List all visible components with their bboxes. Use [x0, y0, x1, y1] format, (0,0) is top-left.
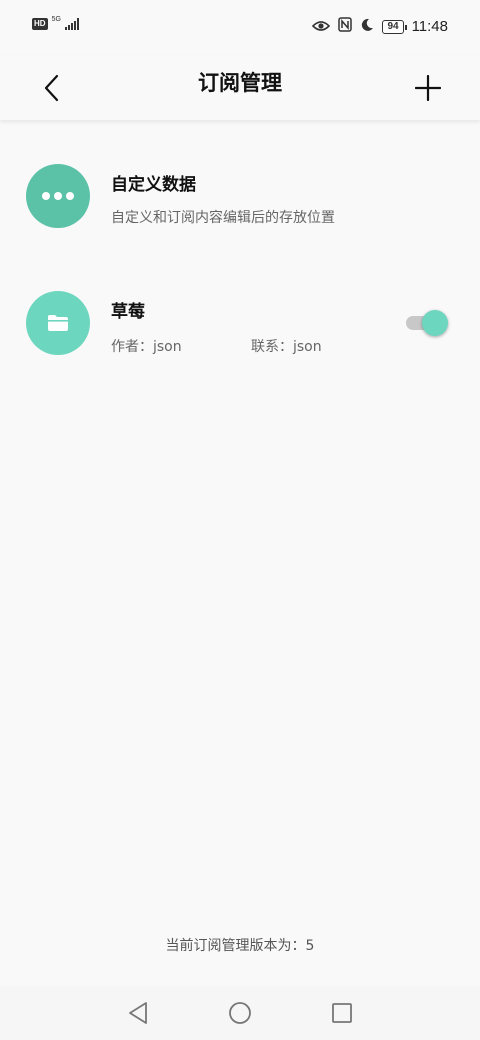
item-contact: 联系：json [251, 339, 322, 355]
status-bar: HD 5G 94 11:48 [0, 0, 480, 56]
add-subscription-button[interactable] [406, 66, 450, 110]
nfc-icon [338, 17, 353, 36]
signal-icon [64, 18, 79, 30]
nav-recents-icon [332, 1003, 352, 1023]
back-button[interactable] [30, 66, 74, 110]
item-title: 自定义数据 [111, 175, 196, 195]
battery-indicator: 94 [382, 19, 407, 34]
eye-icon [312, 17, 331, 36]
item-author: 作者：json [111, 339, 182, 355]
status-left: HD 5G [32, 16, 79, 30]
app-bar: 订阅管理 [0, 56, 480, 120]
network-type: 5G [51, 16, 61, 23]
nav-recents-button[interactable] [327, 998, 357, 1028]
list-item-custom-data[interactable]: 自定义数据 自定义和订阅内容编辑后的存放位置 [0, 140, 480, 250]
hd-badge: HD [32, 18, 48, 30]
clock: 11:48 [411, 18, 448, 35]
back-arrow-icon [44, 74, 59, 102]
toggle-thumb [422, 310, 448, 336]
nav-home-button[interactable] [225, 998, 255, 1028]
status-right: 94 11:48 [312, 17, 448, 36]
folder-icon [48, 315, 68, 331]
nav-home-icon [229, 1002, 251, 1024]
system-nav-bar [0, 986, 480, 1040]
more-dots-icon [42, 192, 74, 200]
moon-icon [360, 17, 374, 36]
version-text: 当前订阅管理版本为：5 [165, 938, 315, 954]
plus-icon [415, 75, 441, 101]
item-title: 草莓 [111, 302, 145, 322]
nav-back-icon [129, 1002, 147, 1024]
subscription-avatar [26, 291, 90, 355]
custom-data-avatar [26, 164, 90, 228]
subscription-enable-toggle[interactable] [406, 310, 448, 336]
nav-back-button[interactable] [123, 998, 153, 1028]
item-subtitle: 自定义和订阅内容编辑后的存放位置 [111, 210, 335, 226]
